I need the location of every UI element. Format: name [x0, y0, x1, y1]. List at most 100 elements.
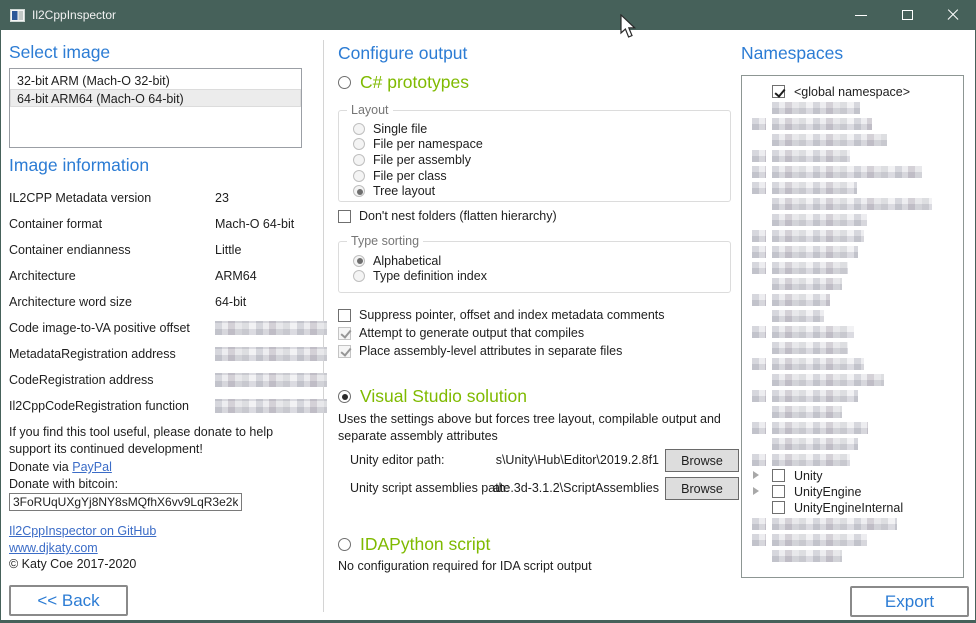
layout-radio[interactable] [353, 170, 365, 182]
layout-radio[interactable] [353, 185, 365, 197]
namespace-row[interactable]: UnityEngine [742, 484, 963, 500]
layout-option[interactable]: File per assembly [353, 152, 730, 168]
redacted-namespace [772, 262, 848, 274]
type-sorting-radio[interactable] [353, 255, 365, 267]
type-sorting-radio[interactable] [353, 270, 365, 282]
maximize-button[interactable] [884, 0, 930, 30]
namespace-row[interactable]: UnityEngineInternal [742, 500, 963, 516]
csharp-prototypes-radio[interactable] [338, 76, 351, 89]
unity-script-assemblies-value[interactable]: ate.3d-3.1.2\ScriptAssemblies [488, 481, 659, 495]
namespace-row [742, 372, 963, 388]
redacted-namespace [772, 454, 850, 466]
redacted-namespace [772, 422, 868, 434]
output-checkbox[interactable] [338, 309, 351, 322]
flatten-hierarchy-option[interactable]: Don't nest folders (flatten hierarchy) [338, 208, 557, 224]
minimize-button[interactable] [838, 0, 884, 30]
namespace-row[interactable]: <global namespace> [742, 84, 963, 100]
csharp-prototypes-label: C# prototypes [360, 72, 469, 93]
image-info-grid: IL2CPP Metadata version23Container forma… [9, 185, 314, 419]
browse-editor-path-button[interactable]: Browse [665, 449, 739, 472]
namespace-label: <global namespace> [794, 85, 910, 99]
unity-editor-path-value[interactable]: s\Unity\Hub\Editor\2019.2.8f1 [488, 453, 659, 467]
website-link[interactable]: www.djkaty.com [9, 541, 98, 555]
image-list-item[interactable]: 64-bit ARM64 (Mach-O 64-bit) [10, 89, 301, 107]
browse-script-assemblies-button[interactable]: Browse [665, 477, 739, 500]
layout-option[interactable]: Tree layout [353, 183, 730, 199]
layout-radio[interactable] [353, 154, 365, 166]
paypal-link[interactable]: PayPal [72, 460, 112, 474]
namespace-row [742, 228, 963, 244]
expander-icon[interactable] [753, 487, 759, 495]
info-label: Il2CppCodeRegistration function [9, 399, 215, 413]
redacted-namespace [772, 550, 842, 562]
idapython-option[interactable]: IDAPython script [338, 534, 490, 555]
namespace-checkbox[interactable] [772, 485, 785, 498]
redacted-namespace [772, 358, 864, 370]
close-button[interactable] [930, 0, 976, 30]
namespace-row [742, 324, 963, 340]
image-information-heading: Image information [9, 155, 149, 176]
type-sorting-option[interactable]: Alphabetical [353, 253, 730, 269]
namespace-row [742, 292, 963, 308]
image-list-item[interactable]: 32-bit ARM (Mach-O 32-bit) [10, 71, 301, 89]
namespace-row [742, 212, 963, 228]
namespace-checkbox[interactable] [772, 469, 785, 482]
output-checkbox[interactable] [338, 327, 351, 340]
github-link[interactable]: Il2CppInspector on GitHub [9, 524, 156, 538]
layout-groupbox: Layout Single fileFile per namespaceFile… [338, 110, 731, 202]
app-window: Il2CppInspector Select image 32-bit ARM … [0, 0, 976, 623]
output-checkbox-row[interactable]: Attempt to generate output that compiles [338, 325, 584, 341]
bitcoin-address-input[interactable] [9, 493, 242, 511]
type-sorting-option[interactable]: Type definition index [353, 269, 730, 285]
layout-radio[interactable] [353, 123, 365, 135]
redacted-namespace-lead [752, 118, 766, 130]
namespace-row [742, 532, 963, 548]
namespace-row [742, 132, 963, 148]
output-checkbox[interactable] [338, 345, 351, 358]
namespace-row [742, 388, 963, 404]
namespaces-heading: Namespaces [741, 43, 843, 64]
namespace-row [742, 100, 963, 116]
redacted-namespace [772, 198, 932, 210]
minimize-icon [855, 15, 867, 16]
layout-option[interactable]: File per namespace [353, 137, 730, 153]
export-button[interactable]: Export [850, 586, 969, 617]
namespace-row[interactable]: Unity [742, 468, 963, 484]
csharp-prototypes-option[interactable]: C# prototypes [338, 72, 469, 93]
redacted-namespace [772, 278, 842, 290]
redacted-namespace-lead [752, 454, 766, 466]
layout-option[interactable]: Single file [353, 121, 730, 137]
redacted-namespace-lead [752, 262, 766, 274]
redacted-namespace-lead [752, 358, 766, 370]
info-value: ARM64 [215, 269, 314, 283]
namespace-checkbox[interactable] [772, 501, 785, 514]
namespace-checkbox[interactable] [772, 85, 785, 98]
layout-option[interactable]: File per class [353, 168, 730, 184]
namespace-label: Unity [794, 469, 822, 483]
namespace-row [742, 516, 963, 532]
namespace-row [742, 404, 963, 420]
visual-studio-option[interactable]: Visual Studio solution [338, 386, 527, 407]
expander-icon[interactable] [753, 471, 759, 479]
namespace-label: UnityEngine [794, 485, 861, 499]
info-value-redacted [215, 399, 327, 413]
namespace-row [742, 180, 963, 196]
image-listbox[interactable]: 32-bit ARM (Mach-O 32-bit)64-bit ARM64 (… [9, 68, 302, 148]
layout-radio[interactable] [353, 138, 365, 150]
window-controls [838, 0, 976, 30]
namespace-row [742, 548, 963, 564]
visual-studio-radio[interactable] [338, 390, 351, 403]
type-sorting-label: Type definition index [373, 269, 487, 283]
output-checkbox-row[interactable]: Suppress pointer, offset and index metad… [338, 307, 665, 323]
redacted-namespace-lead [752, 390, 766, 402]
idapython-radio[interactable] [338, 538, 351, 551]
back-button[interactable]: << Back [9, 585, 128, 616]
flatten-hierarchy-checkbox[interactable] [338, 210, 351, 223]
namespaces-panel[interactable]: <global namespace> Unity UnityEngineUnityE… [741, 75, 964, 578]
output-checkbox-row[interactable]: Place assembly-level attributes in separ… [338, 343, 622, 359]
namespace-row [742, 196, 963, 212]
layout-label: Tree layout [373, 184, 435, 198]
donate-text: If you find this tool useful, please don… [9, 424, 311, 458]
titlebar: Il2CppInspector [0, 0, 976, 30]
info-value: 23 [215, 191, 314, 205]
